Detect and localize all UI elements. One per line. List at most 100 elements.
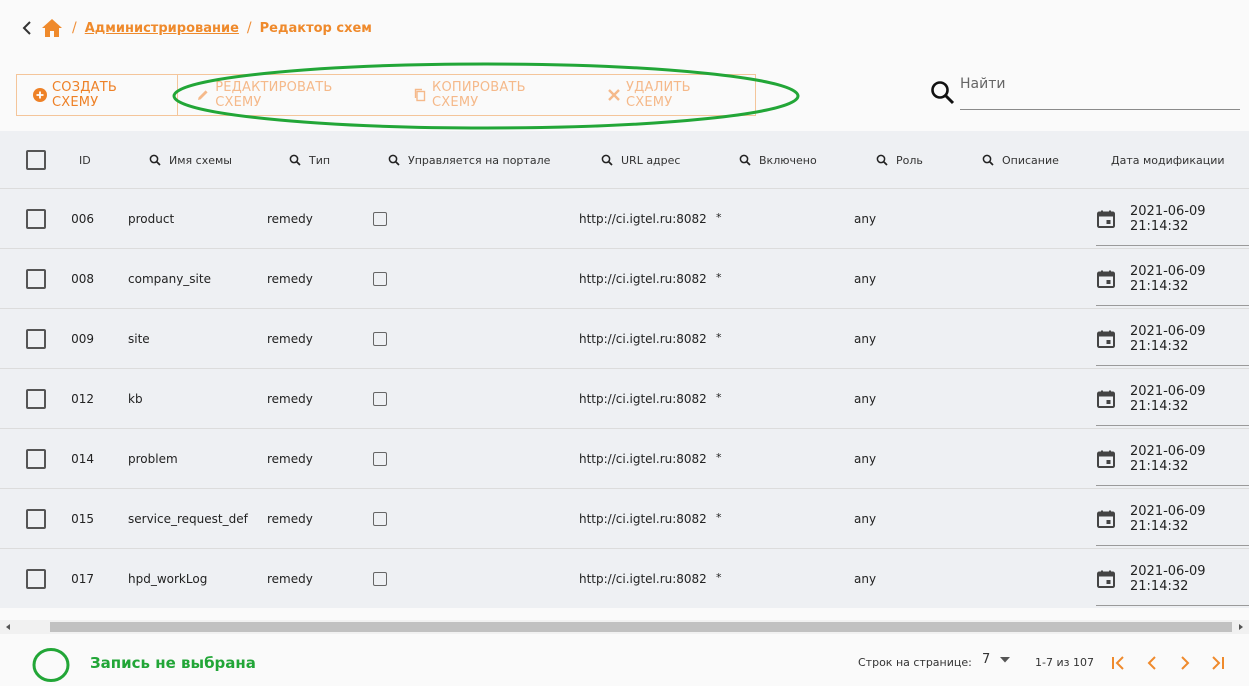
row-checkbox[interactable]	[26, 369, 46, 429]
row-checkbox[interactable]	[26, 429, 46, 489]
column-header-url[interactable]: URL адрес	[601, 131, 680, 189]
next-page-icon[interactable]	[1175, 653, 1195, 673]
cell-modified-date[interactable]: 2021-06-09 21:14:32	[1096, 309, 1249, 369]
modified-date-text: 2021-06-09 21:14:32	[1130, 264, 1206, 294]
table-row[interactable]: 006 product remedy http://ci.igtel.ru:8082 *…	[0, 189, 1249, 249]
table-footer: Запись не выбрана Строк на странице: 7 1…	[0, 640, 1249, 686]
column-header-name[interactable]: Имя схемы	[149, 131, 232, 189]
cell-modified-date[interactable]: 2021-06-09 21:14:32	[1096, 429, 1249, 489]
calendar-icon[interactable]	[1096, 269, 1116, 289]
calendar-icon[interactable]	[1096, 389, 1116, 409]
annotation-circle	[32, 648, 70, 682]
modified-date-text: 2021-06-09 21:14:32	[1130, 504, 1206, 534]
table-row[interactable]: 014 problem remedy http://ci.igtel.ru:8082 *…	[0, 429, 1249, 489]
cell-portal-checkbox[interactable]	[373, 249, 387, 309]
pagination-range: 1-7 из 107	[1035, 656, 1094, 669]
modified-date-text: 2021-06-09 21:14:32	[1130, 564, 1206, 594]
scrollbar-thumb[interactable]	[50, 622, 1232, 632]
calendar-icon[interactable]	[1096, 329, 1116, 349]
row-checkbox[interactable]	[26, 249, 46, 309]
cell-url: http://ci.igtel.ru:8082	[579, 512, 707, 526]
row-checkbox[interactable]	[26, 489, 46, 549]
cell-type: remedy	[267, 332, 313, 346]
table-row[interactable]: 012 kb remedy http://ci.igtel.ru:8082 * any 20…	[0, 369, 1249, 429]
scroll-right-icon[interactable]	[1237, 623, 1245, 631]
table-row[interactable]: 009 site remedy http://ci.igtel.ru:8082 * any…	[0, 309, 1249, 369]
row-checkbox[interactable]	[26, 189, 46, 249]
cell-name: product	[128, 212, 175, 226]
cell-role: any	[854, 452, 877, 466]
calendar-icon[interactable]	[1096, 449, 1116, 469]
cell-portal-checkbox[interactable]	[373, 369, 387, 429]
table-row[interactable]: 017 hpd_workLog remedy http://ci.igtel.ru:8…	[0, 549, 1249, 608]
cell-modified-date[interactable]: 2021-06-09 21:14:32	[1096, 249, 1249, 309]
back-chevron-icon[interactable]	[20, 18, 34, 38]
calendar-icon[interactable]	[1096, 569, 1116, 589]
cell-id: 012	[72, 392, 94, 406]
previous-page-icon[interactable]	[1142, 653, 1162, 673]
cell-enabled: *	[716, 571, 722, 584]
cell-id: 017	[72, 572, 94, 586]
cell-role: any	[854, 572, 877, 586]
cell-modified-date[interactable]: 2021-06-09 21:14:32	[1096, 189, 1249, 249]
cell-portal-checkbox[interactable]	[373, 549, 387, 608]
cell-portal-checkbox[interactable]	[373, 309, 387, 369]
column-header-description[interactable]: Описание	[982, 131, 1059, 189]
table-row[interactable]: 008 company_site remedy http://ci.igtel.ru:…	[0, 249, 1249, 309]
search-icon	[289, 154, 301, 166]
cell-type: remedy	[267, 392, 313, 406]
cell-enabled: *	[716, 271, 722, 284]
horizontal-scrollbar[interactable]	[0, 620, 1249, 634]
cell-modified-date[interactable]: 2021-06-09 21:14:32	[1096, 549, 1249, 608]
column-header-portal[interactable]: Управляется на портале	[388, 131, 550, 189]
breadcrumb: / Администрирование / Редактор схем	[20, 16, 372, 40]
select-all-checkbox[interactable]	[26, 131, 46, 189]
last-page-icon[interactable]	[1208, 653, 1228, 673]
cell-url: http://ci.igtel.ru:8082	[579, 392, 707, 406]
create-schema-button[interactable]: СОЗДАТЬ СХЕМУ	[17, 75, 179, 115]
create-schema-label: СОЗДАТЬ СХЕМУ	[52, 80, 117, 110]
column-header-id[interactable]: ID	[79, 131, 91, 189]
cell-enabled: *	[716, 451, 722, 464]
cell-name: problem	[128, 452, 178, 466]
cell-role: any	[854, 212, 877, 226]
cell-type: remedy	[267, 272, 313, 286]
calendar-icon[interactable]	[1096, 209, 1116, 229]
breadcrumb-separator: /	[72, 20, 77, 36]
breadcrumb-link-admin[interactable]: Администрирование	[85, 21, 239, 36]
rows-per-page-select[interactable]: 7	[982, 652, 1011, 667]
cell-id: 006	[72, 212, 94, 226]
cell-role: any	[854, 332, 877, 346]
cell-portal-checkbox[interactable]	[373, 429, 387, 489]
calendar-icon[interactable]	[1096, 509, 1116, 529]
search-input[interactable]	[960, 72, 1240, 110]
row-checkbox[interactable]	[26, 309, 46, 369]
cell-name: company_site	[128, 272, 211, 286]
table-row[interactable]: 015 service_request_def remedy http://ci.ig…	[0, 489, 1249, 549]
cell-url: http://ci.igtel.ru:8082	[579, 212, 707, 226]
modified-date-text: 2021-06-09 21:14:32	[1130, 444, 1206, 474]
cell-portal-checkbox[interactable]	[373, 489, 387, 549]
cell-role: any	[854, 512, 877, 526]
column-header-type[interactable]: Тип	[289, 131, 330, 189]
cell-modified-date[interactable]: 2021-06-09 21:14:32	[1096, 489, 1249, 549]
cell-portal-checkbox[interactable]	[373, 189, 387, 249]
search-box	[930, 72, 1240, 112]
cell-url: http://ci.igtel.ru:8082	[579, 272, 707, 286]
row-checkbox[interactable]	[26, 549, 46, 608]
column-header-enabled[interactable]: Включено	[739, 131, 817, 189]
search-icon	[601, 154, 613, 166]
home-icon[interactable]	[40, 16, 64, 40]
column-header-modified[interactable]: Дата модификации	[1111, 131, 1225, 189]
search-icon	[876, 154, 888, 166]
column-header-role[interactable]: Роль	[876, 131, 923, 189]
scroll-left-icon[interactable]	[4, 623, 12, 631]
modified-date-text: 2021-06-09 21:14:32	[1130, 324, 1206, 354]
first-page-icon[interactable]	[1108, 653, 1128, 673]
cell-type: remedy	[267, 212, 313, 226]
cell-type: remedy	[267, 572, 313, 586]
cell-enabled: *	[716, 511, 722, 524]
add-circle-icon	[33, 88, 52, 102]
cell-modified-date[interactable]: 2021-06-09 21:14:32	[1096, 369, 1249, 429]
rows-per-page-value: 7	[982, 652, 991, 667]
